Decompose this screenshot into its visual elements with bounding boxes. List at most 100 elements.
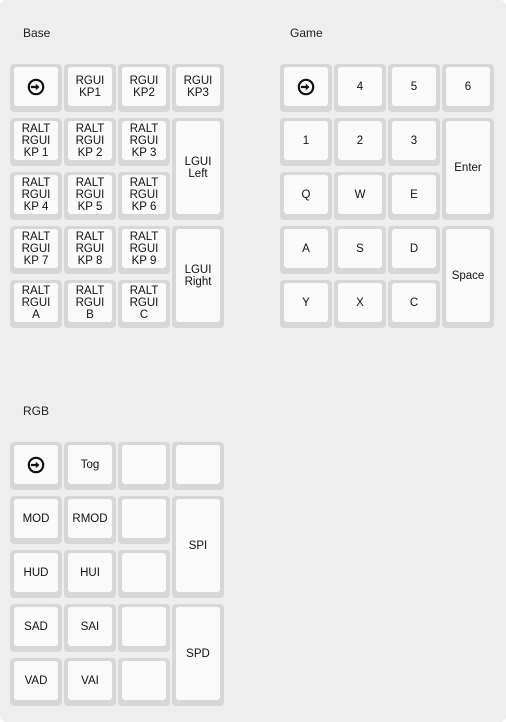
- key-label: HUI: [80, 566, 100, 579]
- key-blank: [118, 658, 170, 706]
- key-sad: SAD: [10, 604, 62, 652]
- key-label: RMOD: [72, 512, 108, 525]
- key-label: VAD: [24, 674, 48, 687]
- keycap-face: RALT RGUI KP 9: [122, 229, 166, 268]
- keycap-face: SPD: [176, 607, 220, 700]
- keycap-face: D: [392, 229, 436, 268]
- key-vad: VAD: [10, 658, 62, 706]
- key-y: Y: [280, 280, 332, 328]
- keycap-face: RALT RGUI C: [122, 283, 166, 322]
- keycap-face: Y: [284, 283, 328, 322]
- key-ralt-rgui-kp-4: RALT RGUI KP 4: [10, 172, 62, 220]
- keycap-face: RGUI KP2: [122, 67, 166, 106]
- key-lgui-left: LGUI Left: [172, 118, 224, 220]
- keycap-face: [122, 499, 166, 538]
- key-sai: SAI: [64, 604, 116, 652]
- key-label: RALT RGUI KP 5: [75, 176, 105, 213]
- key-layer-switch: [10, 64, 62, 112]
- key-5: 5: [388, 64, 440, 112]
- keycap-face: W: [338, 175, 382, 214]
- key-mod: MOD: [10, 496, 62, 544]
- key-label: E: [410, 188, 418, 201]
- key-q: Q: [280, 172, 332, 220]
- keycap-face: Enter: [446, 121, 490, 214]
- key-label: RGUI KP2: [129, 74, 159, 99]
- keycap-face: 1: [284, 121, 328, 160]
- keycap-face: [122, 607, 166, 646]
- keycap-face: E: [392, 175, 436, 214]
- keycap-face: [122, 553, 166, 592]
- key-label: SPD: [186, 647, 210, 660]
- key-label: MOD: [22, 512, 50, 525]
- key-label: RALT RGUI C: [129, 284, 159, 321]
- key-ralt-rgui-kp-1: RALT RGUI KP 1: [10, 118, 62, 166]
- key-label: Tog: [80, 458, 100, 471]
- key-label: W: [354, 188, 366, 201]
- keycap-face: RALT RGUI KP 7: [14, 229, 58, 268]
- keycap-face: HUI: [68, 553, 112, 592]
- keycap-face: LGUI Right: [176, 229, 220, 322]
- key-label: 2: [356, 134, 364, 147]
- arrow-right-circle-icon: [27, 456, 45, 474]
- keycap-face: C: [392, 283, 436, 322]
- key-ralt-rgui-kp-7: RALT RGUI KP 7: [10, 226, 62, 274]
- key-blank: [172, 442, 224, 490]
- keycap-face: [122, 661, 166, 700]
- key-hud: HUD: [10, 550, 62, 598]
- keycap-face: 3: [392, 121, 436, 160]
- key-label: SAD: [24, 620, 48, 633]
- key-label: 6: [464, 80, 472, 93]
- keycap-face: RGUI KP3: [176, 67, 220, 106]
- arrow-right-circle-icon: [297, 78, 315, 96]
- keycap-face: 5: [392, 67, 436, 106]
- key-4: 4: [334, 64, 386, 112]
- key-s: S: [334, 226, 386, 274]
- key-label: X: [356, 296, 364, 309]
- key-space: Space: [442, 226, 494, 328]
- key-label: 3: [410, 134, 418, 147]
- key-label: 4: [356, 80, 364, 93]
- keycap-face: Space: [446, 229, 490, 322]
- key-label: SPI: [188, 539, 208, 552]
- key-label: HUD: [23, 566, 49, 579]
- key-label: RALT RGUI A: [21, 284, 51, 321]
- key-ralt-rgui-kp-9: RALT RGUI KP 9: [118, 226, 170, 274]
- key-rmod: RMOD: [64, 496, 116, 544]
- key-label: RALT RGUI KP 7: [21, 230, 51, 267]
- key-6: 6: [442, 64, 494, 112]
- key-spi: SPI: [172, 496, 224, 598]
- key-tog: Tog: [64, 442, 116, 490]
- key-label: 1: [302, 134, 310, 147]
- keycap-face: X: [338, 283, 382, 322]
- keycap-face: RALT RGUI KP 2: [68, 121, 112, 160]
- key-blank: [118, 604, 170, 652]
- key-label: RALT RGUI KP 1: [21, 122, 51, 159]
- key-blank: [118, 550, 170, 598]
- key-ralt-rgui-kp-8: RALT RGUI KP 8: [64, 226, 116, 274]
- keycap-face: 2: [338, 121, 382, 160]
- key-a: A: [280, 226, 332, 274]
- key-c: C: [388, 280, 440, 328]
- key-label: RALT RGUI B: [75, 284, 105, 321]
- key-label: Enter: [454, 161, 482, 174]
- key-label: Space: [451, 269, 485, 282]
- key-label: SAI: [80, 620, 100, 633]
- key-label: 5: [410, 80, 418, 93]
- key-d: D: [388, 226, 440, 274]
- keycap-face: S: [338, 229, 382, 268]
- key-label: D: [409, 242, 419, 255]
- keycap-face: 4: [338, 67, 382, 106]
- key-layer-switch: [10, 442, 62, 490]
- keycap-face: HUD: [14, 553, 58, 592]
- key-label: Y: [302, 296, 310, 309]
- keycap-face: SAD: [14, 607, 58, 646]
- key-ralt-rgui-kp-5: RALT RGUI KP 5: [64, 172, 116, 220]
- keycap-face: [122, 445, 166, 484]
- key-x: X: [334, 280, 386, 328]
- keycap-face: [284, 67, 328, 106]
- keycap-face: VAI: [68, 661, 112, 700]
- keycap-face: Q: [284, 175, 328, 214]
- key-enter: Enter: [442, 118, 494, 220]
- key-hui: HUI: [64, 550, 116, 598]
- keycap-face: RALT RGUI KP 5: [68, 175, 112, 214]
